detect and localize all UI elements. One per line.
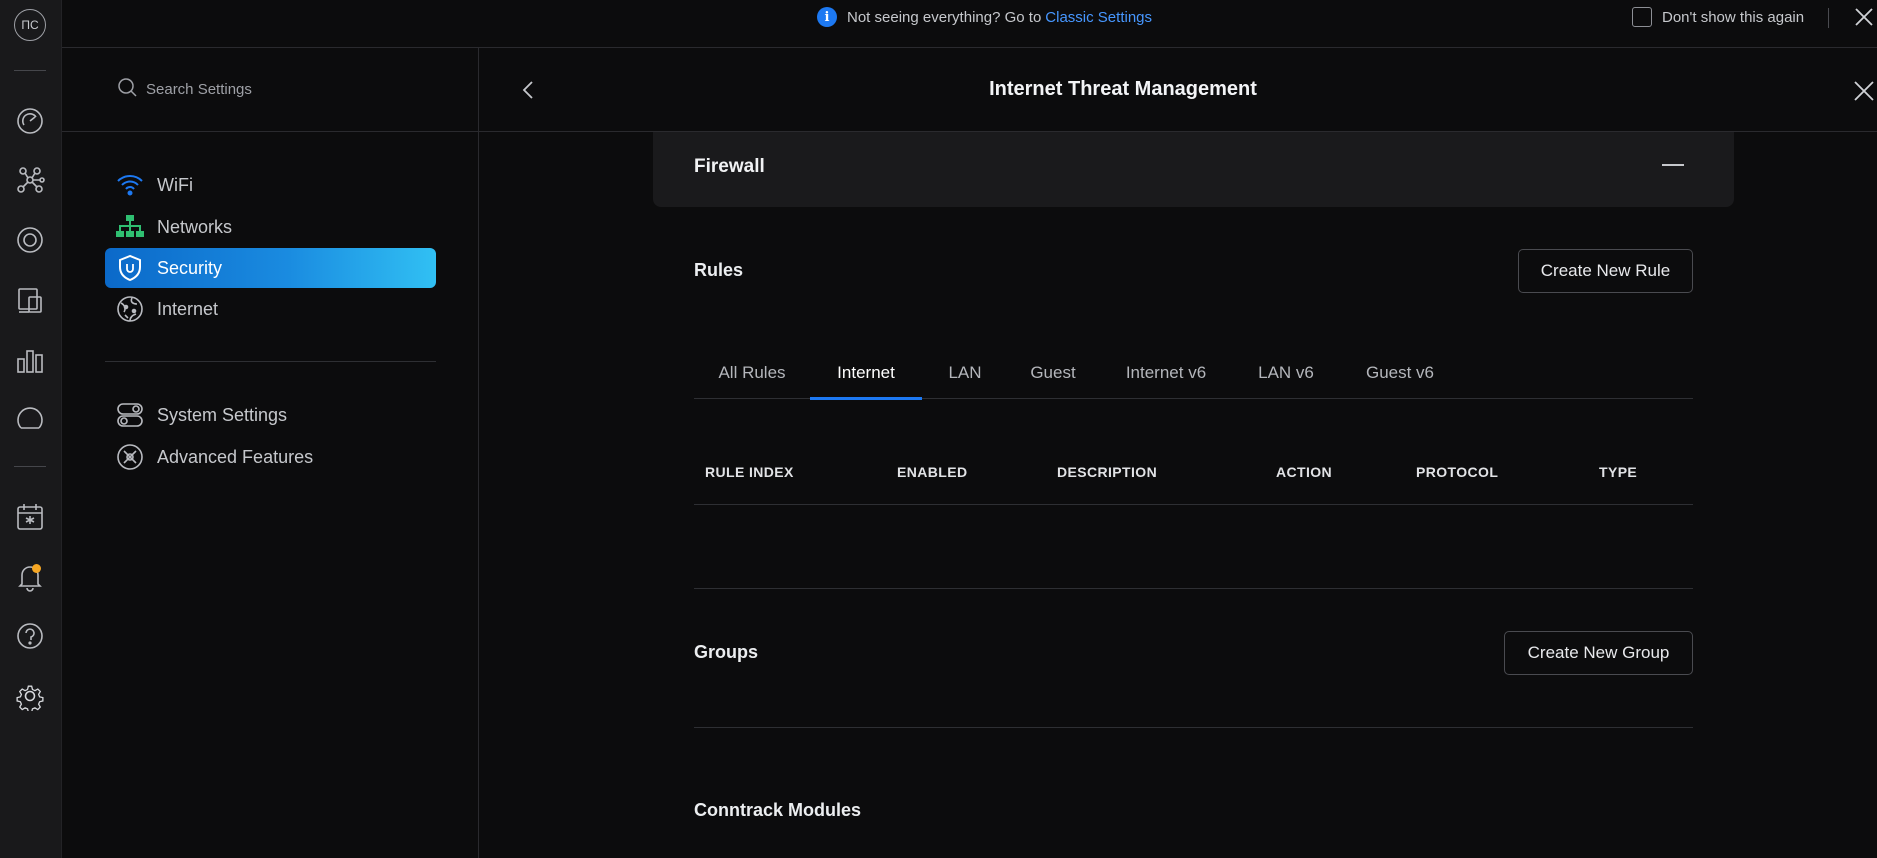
dont-show-checkbox[interactable] [1632,7,1652,27]
page-header: Internet Threat Management [479,48,1877,132]
nav-item-system-settings[interactable]: System Settings [105,395,436,435]
search-bar [62,48,479,132]
banner-separator [1828,8,1829,28]
advanced-tools-icon [115,442,145,472]
classic-settings-link[interactable]: Classic Settings [1045,9,1152,26]
app-rail: ПС [0,0,62,858]
firewall-section-header[interactable]: Firewall [653,132,1734,207]
nav-item-wifi[interactable]: WiFi [105,165,436,205]
dashboard-icon[interactable] [13,104,47,138]
nav-item-label: Security [157,257,223,278]
nav-item-label: WiFi [157,174,193,195]
settings-nav-panel: WiFi Networks Security Internet System S… [62,48,479,858]
insights-icon[interactable] [13,402,47,436]
settings-gear-icon[interactable] [13,679,47,713]
column-header-action[interactable]: ACTION [1276,464,1332,480]
classic-settings-banner: i Not seeing everything? Go to Classic Se… [62,0,1877,48]
topology-icon[interactable] [13,163,47,197]
devices-icon[interactable] [13,223,47,257]
tab-guest-v6[interactable]: Guest v6 [1338,346,1462,399]
column-header-description[interactable]: DESCRIPTION [1057,464,1157,480]
rules-heading: Rules [694,260,744,280]
conntrack-modules-heading: Conntrack Modules [694,800,862,820]
search-icon [116,76,138,103]
events-calendar-icon[interactable] [13,500,47,534]
clients-icon[interactable] [13,283,47,317]
page-title: Internet Threat Management [989,78,1257,100]
rail-divider [14,70,46,71]
wifi-icon [115,170,145,200]
dont-show-label: Don't show this again [1662,8,1805,26]
collapse-minus-icon[interactable] [1662,164,1684,166]
notification-dot [32,564,41,573]
nav-item-label: System Settings [157,404,288,425]
create-new-rule-button[interactable]: Create New Rule [1518,249,1693,293]
firewall-title: Firewall [694,156,765,177]
nav-item-label: Networks [157,216,233,237]
column-header-protocol[interactable]: PROTOCOL [1416,464,1498,480]
tab-internet[interactable]: Internet [810,346,922,400]
networks-icon [115,212,145,242]
banner-message-text: Not seeing everything? Go to [847,8,1042,26]
globe-icon [115,294,145,324]
nav-item-security[interactable]: Security [105,248,436,288]
create-new-group-button[interactable]: Create New Group [1504,631,1693,675]
nav-item-internet[interactable]: Internet [105,289,436,329]
column-header-enabled[interactable]: ENABLED [897,464,967,480]
rules-table-header: RULE INDEX ENABLED DESCRIPTION ACTION PR… [694,452,1693,505]
banner-text: Not seeing everything? Go to Classic Sett… [847,9,1152,26]
info-icon: i [817,7,837,27]
groups-heading: Groups [694,642,759,662]
nav-item-networks[interactable]: Networks [105,207,436,247]
tab-all-rules[interactable]: All Rules [694,346,810,399]
nav-item-label: Internet [157,298,219,319]
notifications-bell-icon[interactable] [13,560,47,594]
avatar-initials: ПС [21,18,39,32]
toggles-icon [115,400,145,430]
dont-show-again[interactable]: Don't show this again [1632,0,1804,34]
user-avatar[interactable]: ПС [14,9,46,41]
nav-item-label: Advanced Features [157,446,314,467]
tab-internet-v6[interactable]: Internet v6 [1098,346,1234,399]
column-header-type[interactable]: TYPE [1599,464,1637,480]
rail-divider [14,466,46,467]
banner-close-icon[interactable] [1852,5,1876,29]
close-icon[interactable] [1851,78,1877,104]
nav-item-advanced-features[interactable]: Advanced Features [105,437,436,477]
banner-message: i Not seeing everything? Go to Classic Se… [817,0,1152,34]
section-divider [694,588,1693,589]
shield-icon [115,253,145,283]
statistics-icon[interactable] [13,343,47,377]
tab-guest[interactable]: Guest [1008,346,1098,399]
rule-tabs: All Rules Internet LAN Guest Internet v6… [694,346,1693,400]
section-divider [694,727,1693,728]
nav-divider [105,361,436,362]
tab-lan-v6[interactable]: LAN v6 [1234,346,1338,399]
tab-lan[interactable]: LAN [922,346,1008,399]
column-header-rule-index[interactable]: RULE INDEX [705,464,794,480]
search-input[interactable] [146,81,426,98]
help-icon[interactable] [13,619,47,653]
